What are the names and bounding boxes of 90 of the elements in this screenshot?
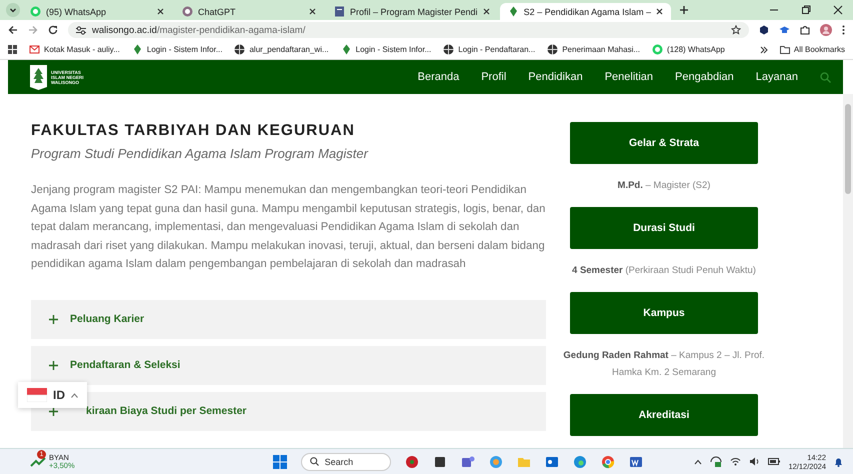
nav-link[interactable]: Penelitian <box>604 71 654 83</box>
all-bookmarks-link[interactable]: All Bookmarks <box>780 45 845 54</box>
hexagon-icon[interactable] <box>759 25 769 35</box>
edge-browser-icon[interactable] <box>572 454 587 468</box>
accordion-header[interactable]: Peluang Karier <box>31 300 546 338</box>
square-app-icon[interactable] <box>432 454 447 468</box>
reload-icon[interactable] <box>48 25 58 35</box>
emblem-icon <box>30 64 47 90</box>
search-icon <box>310 457 319 466</box>
swirl-icon <box>182 6 193 17</box>
nav-link[interactable]: Layanan <box>756 71 798 83</box>
browser-tab[interactable]: (95) WhatsApp <box>22 3 172 20</box>
bookmark[interactable]: Penerimaan Mahasi... <box>547 44 640 55</box>
bookmark[interactable]: Login - Sistem Infor... <box>340 44 432 55</box>
accordion-header[interactable]: Pendaftaran & Seleksi <box>31 346 546 384</box>
apps-grid-icon[interactable] <box>8 45 17 54</box>
info-card-header: Kampus <box>570 292 758 334</box>
word-app-icon[interactable] <box>628 454 643 468</box>
document-icon <box>334 6 345 17</box>
leaf-icon <box>132 44 143 55</box>
copilot-icon[interactable] <box>488 454 503 468</box>
network-icon[interactable] <box>710 456 722 468</box>
profile-avatar-icon[interactable] <box>820 24 832 36</box>
indonesia-flag-icon <box>27 388 47 402</box>
leaf-icon <box>508 6 519 17</box>
info-card-header: Gelar & Strata <box>570 122 758 164</box>
info-detail: Gedung Raden Rahmat – Kampus 2 – Jl. Prof. Hamka Km. 2 Semarang <box>562 349 766 380</box>
stock-chart-icon[interactable] <box>30 456 46 468</box>
globe-icon <box>547 44 558 55</box>
close-icon[interactable] <box>482 8 490 15</box>
wifi-icon[interactable] <box>730 457 742 466</box>
flower-icon[interactable] <box>404 454 419 468</box>
notification-bell-icon[interactable] <box>834 456 843 466</box>
plus-icon <box>49 360 58 370</box>
site-settings-icon[interactable] <box>76 26 86 34</box>
program-subtitle: Program Studi Pendidikan Agama Islam Program Magister <box>31 146 370 161</box>
browser-tab[interactable]: ChatGPT <box>174 3 324 20</box>
chat-bubble-icon <box>652 44 664 55</box>
chevron-up-icon[interactable] <box>694 458 702 464</box>
close-icon[interactable] <box>833 5 843 15</box>
info-card-header: Akreditasi <box>570 394 758 436</box>
plus-icon <box>49 314 58 324</box>
more-menu-icon[interactable] <box>842 25 845 35</box>
taskbar-search[interactable]: Search <box>300 452 391 470</box>
nav-link[interactable]: Beranda <box>418 71 460 83</box>
info-detail: M.Pd. – Magister (S2) <box>616 179 712 193</box>
bookmark[interactable]: Login - Sistem Infor... <box>132 44 222 55</box>
browser-tab[interactable]: S2 – Pendidikan Agama Islam – <box>500 3 672 20</box>
puzzle-piece-icon[interactable] <box>800 25 810 35</box>
restore-icon[interactable] <box>801 5 811 15</box>
plus-icon <box>49 406 58 416</box>
bookmark[interactable]: (128) WhatsApp <box>652 44 725 55</box>
close-icon[interactable] <box>309 8 316 15</box>
star-icon[interactable] <box>731 25 741 35</box>
info-detail: 4 Semester (Perkiraan Studi Penuh Waktu) <box>571 264 757 278</box>
bookmark[interactable]: Login - Pendaftaran... <box>443 44 536 55</box>
bookmark[interactable]: Kotak Masuk - auliy... <box>29 44 120 55</box>
chrome-browser-icon[interactable] <box>600 454 615 468</box>
double-chevron-icon[interactable] <box>760 46 768 54</box>
browser-tab[interactable]: Profil – Program Magister Pendi <box>326 3 498 20</box>
battery-icon[interactable] <box>768 458 780 465</box>
outlook-app-icon[interactable] <box>544 454 559 468</box>
graduation-cap-icon[interactable] <box>779 25 790 35</box>
folder-icon <box>780 46 790 54</box>
envelope-icon <box>29 44 40 55</box>
close-icon[interactable] <box>656 8 664 15</box>
windows-start-icon[interactable] <box>272 454 287 468</box>
speaker-icon[interactable] <box>749 457 760 466</box>
bookmark[interactable]: alur_pendaftaran_wi... <box>234 44 329 55</box>
scrollbar[interactable] <box>843 94 853 448</box>
nav-link[interactable]: Profil <box>481 71 506 83</box>
page-heading: FAKULTAS TARBIYAH DAN KEGURUAN <box>31 122 356 140</box>
nav-link[interactable]: Pendidikan <box>528 71 583 83</box>
back-arrow-icon[interactable] <box>8 25 18 35</box>
program-description: Jenjang program magister S2 PAI: Mampu menemukan dan mengembangkan teori-teori Pendidikan Agama Islam yang tepat guna dan hasil guna. Mampu mengambil keputusan strategis, logis, benar, dan tepat dalam merancang, implementasi, dan mengevaluasi Pendidikan Agama Islam di sekolah dan madrasah dari riset yang dilakukan. Mampu melakukan inovasi, teruji, aktual, dan berseni dalam bidang pendidikan agama Islam dalam pengembangan pembelajaran di sekolah dan madrasah <box>31 183 546 272</box>
chat-bubble-icon <box>30 6 41 17</box>
globe-icon <box>443 44 454 55</box>
teams-app-icon[interactable] <box>460 454 475 468</box>
plus-icon[interactable] <box>679 5 690 15</box>
address-bar[interactable]: walisongo.ac.id/magister-pendidikan-agama-islam/ <box>68 22 749 38</box>
chevron-down-icon[interactable] <box>6 3 20 17</box>
close-icon[interactable] <box>157 8 164 15</box>
forward-arrow-icon <box>28 25 38 35</box>
leaf-icon <box>340 44 352 55</box>
scrollbar-thumb[interactable] <box>845 104 851 194</box>
nav-link[interactable]: Pengabdian <box>675 71 734 83</box>
language-selector[interactable]: ID <box>18 382 87 408</box>
globe-icon <box>234 44 246 55</box>
info-card-header: Durasi Studi <box>570 207 758 249</box>
caret-up-icon <box>71 392 78 398</box>
